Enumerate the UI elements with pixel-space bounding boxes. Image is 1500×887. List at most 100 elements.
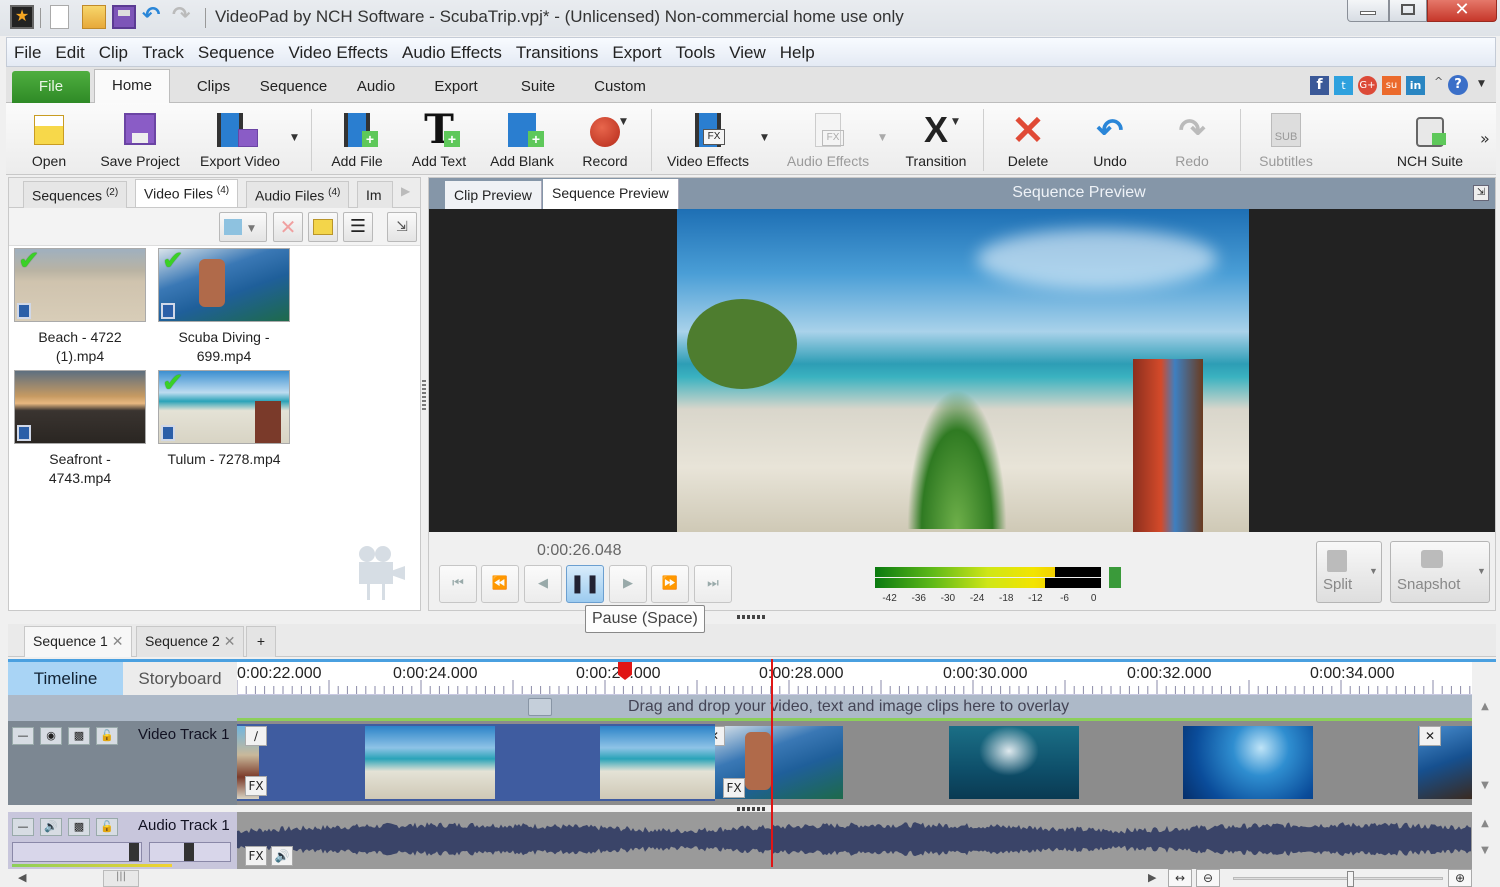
undo-button[interactable]: ↶ Undo	[1078, 107, 1142, 173]
tab-audio-files[interactable]: Audio Files (4)	[246, 181, 350, 208]
volume-slider-thumb[interactable]	[129, 843, 139, 861]
undock-preview-icon[interactable]: ⇲	[1473, 185, 1489, 201]
tab-sequence[interactable]: Sequence	[251, 71, 336, 103]
pause-button[interactable]: ❚❚	[566, 565, 604, 603]
scroll-left-arrow[interactable]: ◀	[18, 871, 26, 884]
tab-sequence-1[interactable]: Sequence 1 ✕	[24, 626, 133, 657]
video-track-scrollbar[interactable]: ▲ ▼	[1474, 695, 1496, 805]
tab-custom[interactable]: Custom	[586, 71, 654, 103]
menu-clip[interactable]: Clip	[92, 38, 135, 63]
fit-to-window-button[interactable]: ↔	[1168, 869, 1192, 887]
new-folder-button[interactable]	[308, 212, 338, 242]
undo-icon[interactable]: ↶	[142, 5, 166, 29]
tab-suite[interactable]: Suite	[506, 71, 570, 103]
scroll-right-arrow[interactable]: ▶	[1148, 871, 1156, 884]
step-back-button[interactable]: ◀	[524, 565, 562, 603]
tab-sequence-2[interactable]: Sequence 2 ✕	[136, 626, 245, 657]
previous-button[interactable]: ⏪	[481, 565, 519, 603]
tab-clip-preview[interactable]: Clip Preview	[445, 181, 542, 209]
export-video-button[interactable]: Export Video	[192, 107, 288, 173]
video-track[interactable]: ∕ FX ✕ FX ✕	[237, 721, 1472, 805]
add-sequence-button[interactable]: +	[246, 626, 276, 657]
list-view-button[interactable]: ☰	[343, 212, 373, 242]
audio-effects-dropdown[interactable]: ▼	[879, 133, 886, 143]
video-clip[interactable]: ✕	[1418, 726, 1472, 799]
fx-badge[interactable]: FX	[245, 776, 267, 796]
save-icon[interactable]	[112, 5, 136, 29]
tab-home[interactable]: Home	[94, 69, 170, 104]
remove-file-button[interactable]: ✕	[273, 212, 303, 242]
transition-icon[interactable]: ✕	[715, 726, 725, 746]
open-button[interactable]: Open	[20, 107, 78, 173]
google-plus-icon[interactable]: G+	[1358, 76, 1377, 95]
video-preview[interactable]	[429, 209, 1495, 532]
close-tab-icon[interactable]: ✕	[224, 633, 236, 649]
file-item[interactable]: ✔ Tulum - 7278.mp4	[158, 370, 294, 469]
split-button[interactable]: Split ▼	[1316, 541, 1382, 603]
panel-splitter-handle[interactable]	[422, 380, 426, 410]
menu-audio-effects[interactable]: Audio Effects	[395, 38, 509, 63]
next-button[interactable]: ⏩	[651, 565, 689, 603]
help-icon[interactable]: ?	[1448, 75, 1468, 95]
menu-track[interactable]: Track	[135, 38, 191, 63]
tab-file[interactable]: File	[12, 71, 90, 103]
menu-edit[interactable]: Edit	[48, 38, 91, 63]
time-ruler[interactable]: 0:00:22.000 0:00:24.000 0:00:26.000 0:00…	[237, 662, 1472, 695]
timeline-horizontal-scrollbar[interactable]: ◀ ||| ▶ ↔ ⊖ ⊕	[8, 869, 1496, 887]
collapse-ribbon-icon[interactable]: ^	[1434, 75, 1443, 88]
menu-file[interactable]: File	[7, 38, 48, 63]
open-project-icon[interactable]	[82, 5, 106, 29]
record-dropdown[interactable]: ▼	[620, 117, 627, 127]
facebook-icon[interactable]: f	[1310, 76, 1329, 95]
step-forward-button[interactable]: ▶	[609, 565, 647, 603]
video-clip-selected[interactable]: ∕ FX	[237, 724, 715, 801]
tab-clips[interactable]: Clips	[186, 71, 241, 103]
video-clip[interactable]	[949, 726, 1079, 799]
fx-badge[interactable]: FX	[723, 778, 745, 798]
transition-dropdown[interactable]: ▼	[952, 117, 959, 127]
tab-images[interactable]: Im	[357, 181, 393, 208]
tab-export[interactable]: Export	[424, 71, 488, 103]
add-text-button[interactable]: T + Add Text	[404, 107, 474, 173]
volume-slider[interactable]	[12, 842, 142, 862]
snapshot-dropdown-icon[interactable]: ▼	[1477, 566, 1486, 576]
track-splitter-handle[interactable]	[737, 807, 767, 811]
linkedin-icon[interactable]: in	[1406, 76, 1425, 95]
add-blank-button[interactable]: + Add Blank	[484, 107, 560, 173]
twitter-icon[interactable]: t	[1334, 76, 1353, 95]
lock-icon[interactable]: 🔓	[96, 818, 118, 836]
split-dropdown-icon[interactable]: ▼	[1369, 566, 1378, 576]
pan-slider[interactable]	[149, 842, 231, 862]
app-icon[interactable]: ★	[10, 5, 34, 29]
nch-suite-button[interactable]: NCH Suite	[1390, 107, 1470, 173]
new-project-icon[interactable]	[50, 5, 69, 29]
track-group-icon[interactable]: ▩	[68, 727, 90, 745]
storyboard-mode-button[interactable]: Storyboard	[123, 662, 237, 695]
delete-button[interactable]: ✕ Delete	[996, 107, 1060, 173]
menu-export[interactable]: Export	[605, 38, 668, 63]
close-button[interactable]: ✕	[1427, 0, 1497, 22]
tabs-scroll-right-icon[interactable]: ▶	[401, 184, 410, 198]
record-button[interactable]: Record	[570, 107, 640, 173]
video-clip[interactable]	[1183, 726, 1313, 799]
fx-badge[interactable]: FX	[245, 846, 267, 866]
collapse-track-button[interactable]: —	[12, 727, 34, 745]
stumbleupon-icon[interactable]: su	[1382, 76, 1401, 95]
zoom-in-button[interactable]: ⊕	[1448, 869, 1472, 887]
collapse-track-button[interactable]: —	[12, 818, 34, 836]
export-video-dropdown[interactable]: ▼	[291, 133, 298, 143]
file-item[interactable]: Seafront -4743.mp4	[14, 370, 150, 488]
transition-icon[interactable]: ✕	[1419, 726, 1441, 746]
lock-icon[interactable]: 🔓	[96, 727, 118, 745]
menu-view[interactable]: View	[722, 38, 773, 63]
file-item[interactable]: ✔ Scuba Diving -699.mp4	[158, 248, 294, 366]
menu-transitions[interactable]: Transitions	[509, 38, 606, 63]
zoom-slider-thumb[interactable]	[1347, 871, 1354, 887]
tab-sequence-preview[interactable]: Sequence Preview	[543, 179, 679, 209]
scroll-thumb[interactable]: |||	[103, 870, 139, 887]
tab-video-files[interactable]: Video Files (4)	[135, 179, 239, 207]
undock-button[interactable]: ⇲	[387, 212, 417, 242]
import-button[interactable]: ▼	[219, 212, 267, 242]
video-effects-dropdown[interactable]: ▼	[761, 133, 768, 143]
close-tab-icon[interactable]: ✕	[112, 633, 124, 649]
